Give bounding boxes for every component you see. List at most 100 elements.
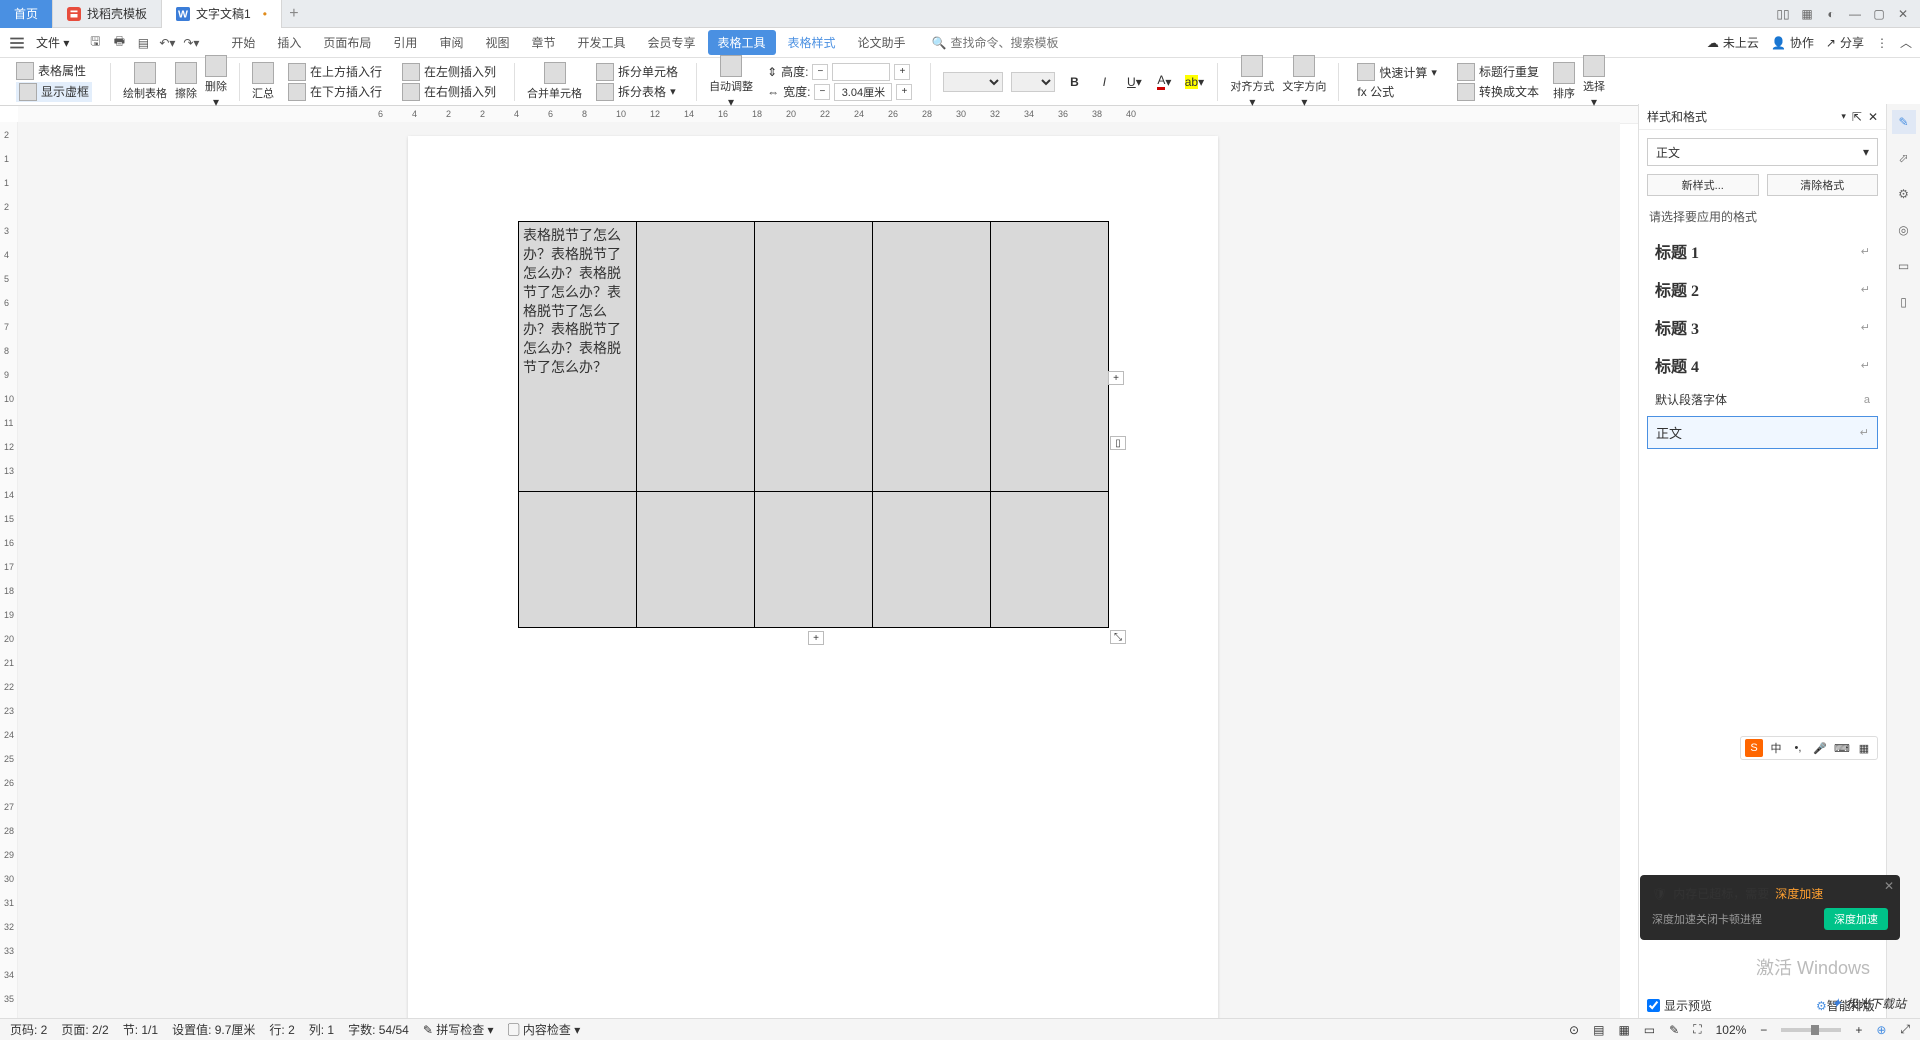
table-properties[interactable]: 表格属性 [16, 62, 86, 80]
skin-icon[interactable]: ◐ [1820, 3, 1842, 25]
status-view1-icon[interactable]: ▤ [1593, 1023, 1604, 1037]
font-color-button[interactable]: A▾ [1153, 71, 1175, 93]
style-heading2[interactable]: 标题 2↵ [1647, 271, 1878, 307]
align[interactable]: 对齐方式▾ [1230, 55, 1274, 109]
status-edit-icon[interactable]: ✎ [1669, 1023, 1679, 1037]
sidetab-styles-icon[interactable]: ✎ [1892, 110, 1916, 134]
menu-section[interactable]: 章节 [521, 30, 565, 55]
zoom-slider[interactable] [1781, 1028, 1841, 1032]
eraser[interactable]: 擦除 [175, 62, 197, 101]
redo-icon[interactable]: ↷▾ [181, 33, 201, 53]
merge-cells[interactable]: 合并单元格 [527, 62, 582, 101]
sort[interactable]: 排序 [1553, 62, 1575, 101]
autofit[interactable]: 自动调整▾ [709, 55, 753, 109]
status-position[interactable]: 设置值: 9.7厘米 [172, 1021, 255, 1038]
more-menu[interactable]: ⋮ [1876, 36, 1888, 50]
delete[interactable]: 删除▾ [205, 55, 227, 109]
tab-home[interactable]: 首页 [0, 0, 53, 28]
ime-lang[interactable]: 中 [1767, 739, 1785, 757]
highlight-button[interactable]: ab▾ [1183, 71, 1205, 93]
menu-view[interactable]: 视图 [475, 30, 519, 55]
split-cell[interactable]: 拆分单元格 [596, 63, 678, 81]
draw-table[interactable]: 绘制表格 [123, 62, 167, 101]
menu-paper[interactable]: 论文助手 [848, 30, 916, 55]
new-style-button[interactable]: 新样式... [1647, 174, 1759, 196]
italic-button[interactable]: I [1093, 71, 1115, 93]
formula[interactable]: fx 公式 [1357, 83, 1394, 100]
status-page[interactable]: 页面: 2/2 [61, 1021, 108, 1038]
show-gridlines[interactable]: 显示虚框 [16, 82, 92, 102]
search-input[interactable] [951, 36, 1071, 50]
zoom-in-button[interactable]: + [1855, 1023, 1862, 1037]
editor-area[interactable]: 表格脱节了怎么办？表格脱节了怎么办？表格脱节了怎么办？表格脱节了怎么办？表格脱节… [18, 122, 1620, 1018]
tab-document[interactable]: W 文字文稿1 • [162, 0, 282, 28]
file-menu[interactable]: 文件 ▾ [28, 32, 77, 53]
height-dec[interactable]: − [812, 64, 828, 80]
header-repeat[interactable]: 标题行重复 [1457, 63, 1539, 81]
toast-close-icon[interactable]: ✕ [1884, 879, 1894, 893]
height-input[interactable] [832, 63, 890, 81]
font-family[interactable] [943, 72, 1003, 92]
menu-insert[interactable]: 插入 [267, 30, 311, 55]
sidetab-clip-icon[interactable]: ▭ [1892, 254, 1916, 278]
ruler-vertical[interactable]: 2112345678910111213141516171819202122232… [0, 122, 18, 1018]
height-inc[interactable]: + [894, 64, 910, 80]
minimize-button[interactable]: — [1844, 3, 1866, 25]
panel-close-icon[interactable]: ✕ [1868, 110, 1878, 124]
status-readmode-icon[interactable]: ⊙ [1569, 1023, 1579, 1037]
status-spell[interactable]: ✎ 拼写检查 ▾ [423, 1021, 494, 1038]
width-dec[interactable]: − [814, 84, 830, 100]
status-view2-icon[interactable]: ▦ [1618, 1023, 1629, 1037]
style-default-font[interactable]: 默认段落字体a [1647, 385, 1878, 414]
panel-pin-icon[interactable]: ⇱ [1852, 110, 1862, 124]
collab-button[interactable]: 👤协作 [1771, 34, 1814, 51]
current-style-select[interactable]: 正文▾ [1647, 138, 1878, 166]
document-table[interactable]: 表格脱节了怎么办？表格脱节了怎么办？表格脱节了怎么办？表格脱节了怎么办？表格脱节… [518, 221, 1109, 628]
sidetab-select-icon[interactable]: ⬀ [1892, 146, 1916, 170]
bold-button[interactable]: B [1063, 71, 1085, 93]
layout-icon[interactable]: ▯▯ [1772, 3, 1794, 25]
add-column-handle[interactable]: + [1108, 371, 1124, 385]
insert-left[interactable]: 在左侧插入列 [402, 63, 496, 81]
status-row[interactable]: 行: 2 [269, 1021, 294, 1038]
width-input[interactable] [834, 83, 892, 101]
text-direction[interactable]: 文字方向▾ [1282, 55, 1326, 109]
status-pagenum[interactable]: 页码: 2 [10, 1021, 47, 1038]
status-content[interactable]: ▢ 内容检查 ▾ [508, 1021, 581, 1038]
ime-mic-icon[interactable]: 🎤 [1811, 739, 1829, 757]
clear-format-button[interactable]: 清除格式 [1767, 174, 1879, 196]
menu-review[interactable]: 审阅 [429, 30, 473, 55]
menu-layout[interactable]: 页面布局 [313, 30, 381, 55]
close-button[interactable]: ✕ [1892, 3, 1914, 25]
status-words[interactable]: 字数: 54/54 [348, 1021, 409, 1038]
insert-above[interactable]: 在上方插入行 [288, 63, 382, 81]
col-hover-handle[interactable]: ▯ [1110, 436, 1126, 450]
width-inc[interactable]: + [896, 84, 912, 100]
sidetab-nav-icon[interactable]: ◎ [1892, 218, 1916, 242]
save-icon[interactable]: 🖫 [85, 33, 105, 53]
style-body[interactable]: 正文↵ [1647, 416, 1878, 449]
share-button[interactable]: ↗分享 [1826, 34, 1864, 51]
status-section[interactable]: 节: 1/1 [123, 1021, 158, 1038]
sum[interactable]: 汇总 [252, 62, 274, 101]
to-text[interactable]: 转换成文本 [1457, 83, 1539, 101]
status-col[interactable]: 列: 1 [309, 1021, 334, 1038]
menu-start[interactable]: 开始 [221, 30, 265, 55]
command-search[interactable]: 🔍 [932, 36, 1071, 50]
status-assist-icon[interactable]: ⊕ [1876, 1023, 1886, 1037]
hamburger-icon[interactable] [8, 34, 26, 52]
collapse-ribbon[interactable]: ︿ [1900, 34, 1912, 51]
sidetab-doc-icon[interactable]: ▯ [1892, 290, 1916, 314]
preview-checkbox[interactable] [1647, 999, 1660, 1012]
zoom-level[interactable]: 102% [1716, 1023, 1747, 1037]
status-view3-icon[interactable]: ▭ [1644, 1023, 1655, 1037]
undo-icon[interactable]: ↶▾ [157, 33, 177, 53]
ime-toolbar[interactable]: S 中 •, 🎤 ⌨ ▦ [1740, 736, 1878, 760]
add-row-handle[interactable]: + [808, 631, 824, 645]
ime-punct-icon[interactable]: •, [1789, 739, 1807, 757]
toast-accelerate-button[interactable]: 深度加速 [1824, 908, 1888, 930]
menu-member[interactable]: 会员专享 [638, 30, 706, 55]
zoom-out-button[interactable]: − [1760, 1023, 1767, 1037]
insert-below[interactable]: 在下方插入行 [288, 83, 382, 101]
resize-handle[interactable]: ⤡ [1110, 630, 1126, 644]
